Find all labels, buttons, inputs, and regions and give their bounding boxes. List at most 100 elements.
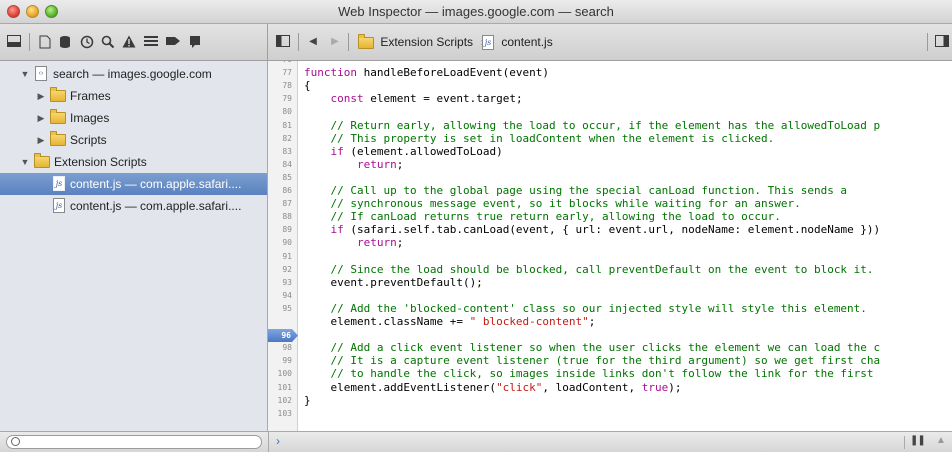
status-bar: › ❚❚ ▲ bbox=[0, 431, 952, 452]
disclosure-collapsed-icon[interactable]: ▶ bbox=[36, 129, 46, 151]
status-separator bbox=[904, 436, 905, 449]
step-over-icon[interactable]: ▲ bbox=[936, 435, 946, 446]
line-number[interactable]: 103 bbox=[278, 409, 292, 418]
code-line: } bbox=[304, 393, 311, 407]
code-line: { bbox=[304, 79, 311, 93]
line-number[interactable]: 80 bbox=[282, 107, 292, 116]
line-number[interactable]: 84 bbox=[282, 160, 292, 169]
code-line: // If canLoad returns true return early,… bbox=[330, 210, 781, 224]
tree-item-content-js[interactable]: js content.js — com.apple.safari.... bbox=[0, 173, 267, 195]
line-number[interactable]: 87 bbox=[282, 199, 292, 208]
document-icon: ‹› bbox=[35, 66, 47, 81]
code-line: // Add a click event listener so when th… bbox=[330, 341, 881, 355]
folder-icon bbox=[50, 87, 66, 102]
line-number[interactable]: 99 bbox=[282, 356, 292, 365]
code-line: event.preventDefault(); bbox=[304, 275, 483, 289]
line-number[interactable]: 100 bbox=[278, 369, 292, 378]
timeline-icon[interactable] bbox=[80, 35, 94, 49]
line-number[interactable]: 85 bbox=[282, 173, 292, 182]
navbar-separator bbox=[348, 33, 349, 51]
line-number[interactable]: 88 bbox=[282, 212, 292, 221]
source-code-editor[interactable]: 76 77 78 79 80 81 82 83 84 85 86 87 88 89 90 91 92 93 94 95… bbox=[268, 61, 952, 431]
line-number[interactable]: 101 bbox=[278, 383, 292, 392]
quick-console-prompt[interactable]: › bbox=[276, 434, 280, 448]
line-number[interactable]: 79 bbox=[282, 94, 292, 103]
panel-toolbar bbox=[0, 24, 268, 60]
folder-icon bbox=[358, 33, 374, 49]
code-line: if (safari.self.tab.canLoad(event, { url… bbox=[330, 223, 881, 237]
tree-item-images[interactable]: ▶ Images bbox=[0, 107, 267, 129]
line-number[interactable]: 78 bbox=[282, 81, 292, 90]
javascript-file-icon: js bbox=[53, 198, 65, 213]
pause-button[interactable]: ❚❚ bbox=[910, 435, 926, 446]
toggle-details-sidebar-icon[interactable] bbox=[935, 35, 949, 49]
code-line: // Add the 'blocked-content' class so ou… bbox=[330, 301, 867, 315]
debugger-icon[interactable] bbox=[166, 35, 180, 49]
line-number[interactable]: 76 bbox=[282, 61, 292, 64]
line-number[interactable]: 94 bbox=[282, 291, 292, 300]
disclosure-collapsed-icon[interactable]: ▶ bbox=[36, 107, 46, 129]
issues-icon[interactable] bbox=[122, 35, 136, 49]
navbar-separator bbox=[298, 33, 299, 51]
tree-item-scripts[interactable]: ▶ Scripts bbox=[0, 129, 267, 151]
dock-icon[interactable] bbox=[7, 35, 21, 49]
code-line: return; bbox=[356, 236, 404, 250]
toolbar: ◀ ▶ Extension Scripts › js content.js bbox=[0, 24, 952, 61]
search-icon[interactable] bbox=[101, 35, 115, 49]
code-line: // Call up to the global page using the … bbox=[330, 184, 848, 197]
folder-icon bbox=[34, 153, 50, 168]
tree-item-extension-scripts[interactable]: ▼ Extension Scripts bbox=[0, 151, 267, 173]
code-line: if (element.allowedToLoad) bbox=[330, 144, 503, 158]
line-number[interactable]: 93 bbox=[282, 278, 292, 287]
code-line: // Return early, allowing the load to oc… bbox=[330, 118, 881, 132]
title-bar: Web Inspector — images.google.com — sear… bbox=[0, 0, 952, 24]
tree-item-label: Images bbox=[70, 111, 110, 125]
line-number[interactable]: 91 bbox=[282, 252, 292, 261]
line-number-gutter[interactable]: 76 77 78 79 80 81 82 83 84 85 86 87 88 89 90 91 92 93 94 95… bbox=[268, 61, 298, 431]
disclosure-expanded-icon[interactable]: ▼ bbox=[20, 151, 30, 173]
forward-button[interactable]: ▶ bbox=[328, 35, 342, 49]
tree-item-content-js[interactable]: js content.js — com.apple.safari.... bbox=[0, 195, 267, 217]
code-line: const element = event.target; bbox=[330, 92, 523, 106]
code-line: // synchronous message event, so it bloc… bbox=[330, 197, 801, 211]
console-icon[interactable] bbox=[188, 35, 202, 49]
line-number[interactable]: 89 bbox=[282, 225, 292, 234]
code-line: // Since the load should be blocked, cal… bbox=[330, 262, 874, 276]
tree-item-frames[interactable]: ▶ Frames bbox=[0, 85, 267, 107]
line-number[interactable]: 102 bbox=[278, 396, 292, 405]
navigation-bar: ◀ ▶ Extension Scripts › js content.js bbox=[268, 24, 952, 60]
tree-item-label: content.js — com.apple.safari.... bbox=[70, 177, 242, 191]
line-number[interactable]: 83 bbox=[282, 147, 292, 156]
code-line: // It is a capture event listener (true … bbox=[330, 354, 881, 368]
disclosure-collapsed-icon[interactable]: ▶ bbox=[36, 85, 46, 107]
breadcrumb-extension-scripts[interactable]: Extension Scripts › bbox=[358, 33, 484, 51]
sidebar-filter-input[interactable] bbox=[6, 435, 262, 449]
disclosure-expanded-icon[interactable]: ▼ bbox=[20, 63, 30, 85]
line-number[interactable]: 95 bbox=[282, 304, 292, 313]
line-number[interactable]: 98 bbox=[282, 343, 292, 352]
breakpoint-marker[interactable]: 96 bbox=[268, 329, 298, 342]
back-button[interactable]: ◀ bbox=[306, 35, 320, 49]
javascript-file-icon: js bbox=[53, 176, 65, 191]
filter-icon bbox=[11, 437, 20, 446]
code-line: element.className += " blocked-content"; bbox=[304, 315, 596, 328]
log-icon[interactable] bbox=[144, 35, 158, 49]
line-number[interactable]: 86 bbox=[282, 186, 292, 195]
line-number[interactable]: 92 bbox=[282, 265, 292, 274]
tree-item-label: content.js — com.apple.safari.... bbox=[70, 199, 242, 213]
breadcrumb-content-js[interactable]: js content.js bbox=[482, 33, 553, 51]
status-divider bbox=[268, 432, 269, 452]
line-number[interactable]: 81 bbox=[282, 121, 292, 130]
line-number[interactable]: 90 bbox=[282, 238, 292, 247]
line-number[interactable]: 77 bbox=[282, 68, 292, 77]
toggle-navigation-sidebar-icon[interactable] bbox=[276, 35, 290, 49]
navbar-separator bbox=[927, 33, 928, 51]
code-line: function handleBeforeLoadEvent(event) bbox=[304, 66, 550, 80]
resources-icon[interactable] bbox=[38, 35, 52, 49]
storage-icon[interactable] bbox=[58, 35, 72, 49]
tree-item-label: Scripts bbox=[70, 133, 107, 147]
line-number[interactable]: 82 bbox=[282, 134, 292, 143]
tree-item-page[interactable]: ▼ ‹› search — images.google.com bbox=[0, 63, 267, 85]
breadcrumb-label: Extension Scripts bbox=[380, 35, 474, 49]
code-line: // to handle the click, so images inside… bbox=[330, 367, 874, 381]
